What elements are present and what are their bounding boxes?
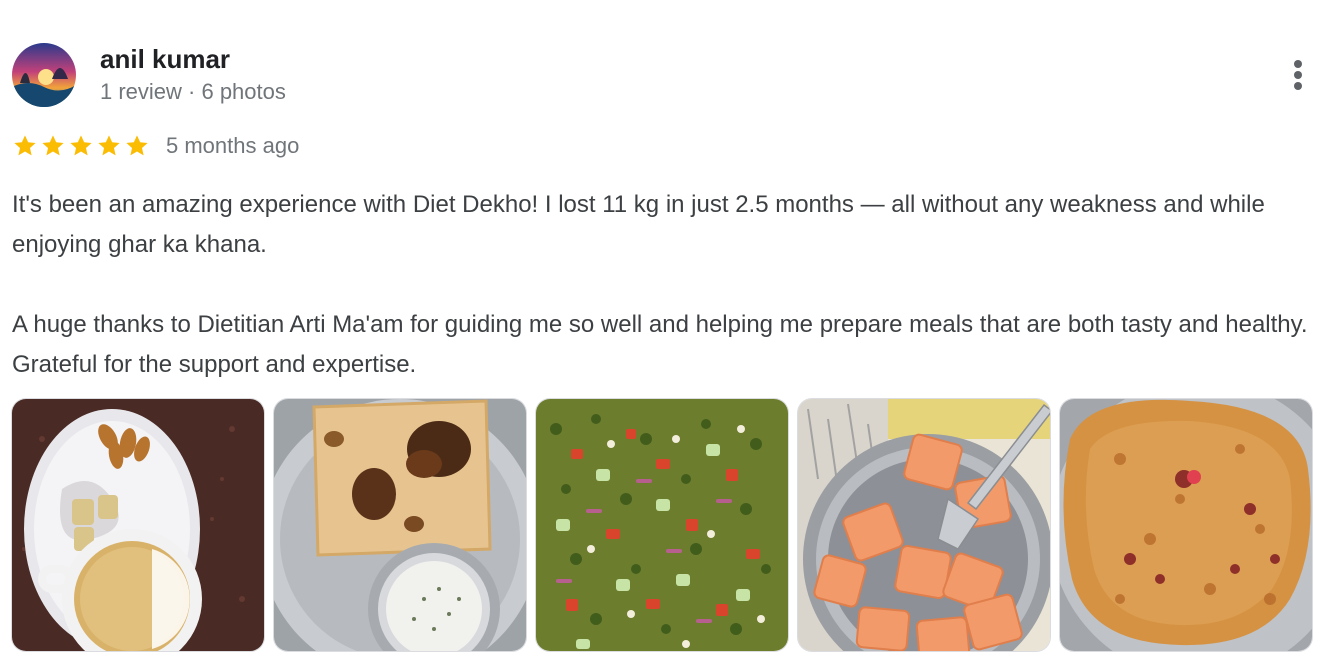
review-text: It's been an amazing experience with Die… <box>12 185 1322 385</box>
star-icon <box>70 135 92 156</box>
star-rating <box>12 133 150 159</box>
author-review-count[interactable]: 1 review · 6 photos <box>100 78 286 106</box>
star-icon <box>126 135 148 156</box>
more-vertical-icon <box>1294 60 1302 68</box>
more-vertical-icon-dot <box>1294 82 1302 90</box>
review-photo-chilla[interactable] <box>1060 399 1312 651</box>
review-photos <box>12 399 1312 651</box>
star-icon <box>98 135 120 156</box>
review-photo-sprouts-salad[interactable] <box>536 399 788 651</box>
review-photo-almonds-tea[interactable] <box>12 399 264 651</box>
review-photo-papaya-bowl[interactable] <box>798 399 1050 651</box>
review-photo-roti-raita[interactable] <box>274 399 526 651</box>
review-time: 5 months ago <box>166 133 300 158</box>
author-name[interactable]: anil kumar <box>100 43 230 75</box>
review-paragraph: A huge thanks to Dietitian Arti Ma'am fo… <box>12 311 1308 378</box>
rating-row: 5 months ago <box>12 130 299 162</box>
review-paragraph: It's been an amazing experience with Die… <box>12 191 1265 258</box>
star-icon <box>42 135 64 156</box>
author-avatar[interactable] <box>12 43 76 107</box>
more-vertical-icon-dot <box>1294 71 1302 79</box>
review-card: anil kumar 1 review · 6 photos 5 months … <box>0 0 1332 668</box>
star-icon <box>14 135 36 156</box>
more-options-button[interactable] <box>1282 54 1314 96</box>
